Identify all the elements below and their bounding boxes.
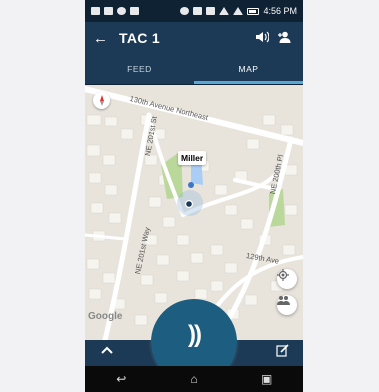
tab-feed[interactable]: FEED	[85, 54, 194, 84]
google-attribution: Google	[88, 311, 123, 322]
person-add-icon[interactable]	[273, 31, 295, 46]
signal-icon	[233, 7, 244, 15]
push-to-talk-icon: ))	[188, 321, 202, 348]
battery-icon	[247, 7, 260, 15]
page-title: TAC 1	[119, 30, 160, 46]
edit-icon[interactable]	[276, 344, 289, 360]
android-nav-bar: ↩ ⌂ ▣	[85, 366, 303, 392]
home-nav-icon[interactable]: ⌂	[179, 372, 209, 386]
status-bar: 4:56 PM	[85, 0, 303, 22]
recents-nav-icon[interactable]: ▣	[252, 372, 282, 386]
tab-bar: FEED MAP	[85, 54, 303, 84]
back-nav-icon[interactable]: ↩	[106, 372, 136, 386]
nfc-icon	[206, 7, 216, 15]
gallery-icon	[130, 7, 139, 15]
bluetooth-icon	[193, 7, 203, 15]
app-icon	[117, 7, 126, 15]
my-location-icon[interactable]	[277, 269, 297, 289]
tab-map[interactable]: MAP	[194, 54, 303, 84]
compass-icon[interactable]	[93, 92, 110, 109]
speaker-icon[interactable]	[251, 31, 273, 46]
mute-icon	[180, 7, 190, 15]
notification-icon	[91, 7, 100, 15]
app-bar: ← TAC 1	[85, 22, 303, 54]
chevron-up-icon[interactable]	[100, 343, 114, 361]
wifi-icon	[219, 7, 230, 15]
status-time: 4:56 PM	[263, 6, 297, 16]
arrow-left-icon[interactable]: ←	[93, 30, 113, 47]
group-filter-icon[interactable]	[277, 295, 297, 315]
user-location-label[interactable]: Miller	[178, 151, 207, 165]
phone-screen: 4:56 PM ← TAC 1 FEED MAP Miller 130th Av…	[85, 0, 303, 392]
image-icon	[104, 7, 113, 15]
